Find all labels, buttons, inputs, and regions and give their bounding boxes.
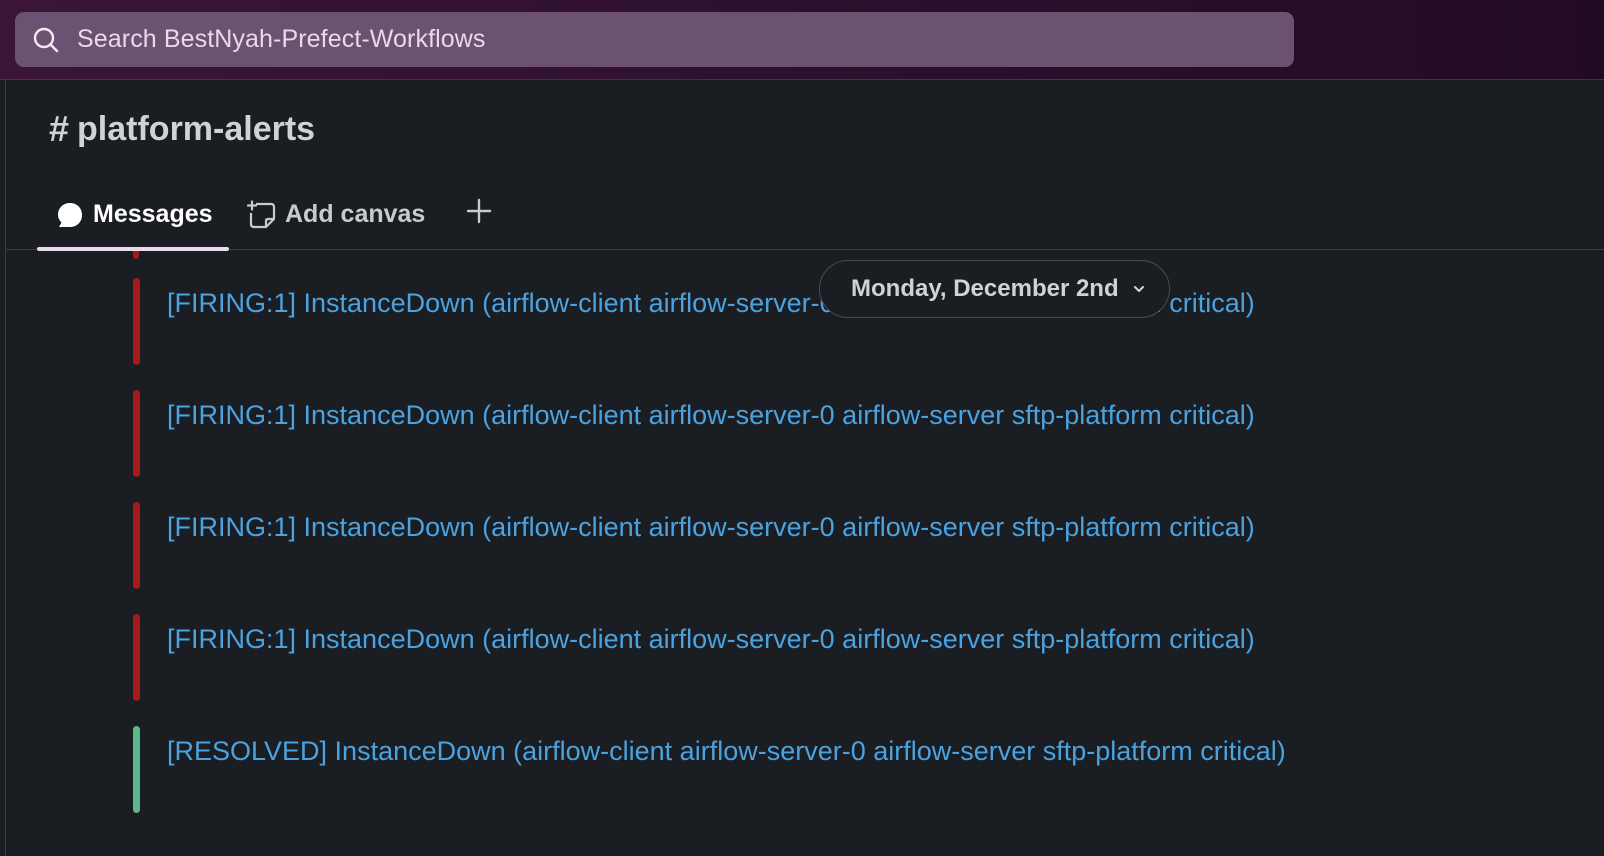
date-divider-button[interactable]: Monday, December 2nd bbox=[819, 260, 1170, 318]
tab-messages[interactable]: Messages bbox=[37, 180, 229, 251]
add-tab-button[interactable] bbox=[463, 180, 495, 249]
channel-name: platform-alerts bbox=[77, 109, 316, 148]
attachment-color-bar bbox=[133, 726, 140, 813]
date-divider-label: Monday, December 2nd bbox=[851, 275, 1119, 302]
attachment-color-bar bbox=[133, 390, 140, 477]
message-bubble-icon bbox=[55, 200, 85, 230]
alert-link[interactable]: [FIRING:1] InstanceDown (airflow-client … bbox=[167, 393, 1327, 437]
chevron-down-icon bbox=[1131, 281, 1147, 297]
search-placeholder: Search BestNyah-Prefect-Workflows bbox=[77, 25, 486, 53]
search-icon bbox=[31, 25, 61, 55]
alert-attachment: [RESOLVED] InstanceDown (airflow-client … bbox=[133, 726, 1333, 813]
alert-attachment: [FIRING:1] InstanceDown (airflow-client … bbox=[133, 614, 1333, 701]
channel-view: # platform-alerts Messages Add canvas [F… bbox=[5, 80, 1604, 856]
channel-hash-icon: # bbox=[49, 108, 70, 149]
attachment-color-bar bbox=[133, 278, 140, 365]
tab-add-canvas[interactable]: Add canvas bbox=[247, 180, 425, 249]
top-bar: Search BestNyah-Prefect-Workflows bbox=[0, 0, 1604, 80]
search-bar[interactable]: Search BestNyah-Prefect-Workflows bbox=[15, 12, 1294, 67]
tab-add-canvas-label: Add canvas bbox=[285, 200, 426, 228]
alert-attachment: [FIRING:1] InstanceDown (airflow-client … bbox=[133, 502, 1333, 589]
attachment-color-bar bbox=[133, 614, 140, 701]
plus-icon bbox=[465, 197, 493, 232]
tab-messages-label: Messages bbox=[93, 200, 213, 228]
alert-attachment: [FIRING:1] InstanceDown (airflow-client … bbox=[133, 390, 1333, 477]
attachment-color-bar bbox=[133, 502, 140, 589]
alert-link[interactable]: [RESOLVED] InstanceDown (airflow-client … bbox=[167, 729, 1327, 773]
alert-link[interactable]: [FIRING:1] InstanceDown (airflow-client … bbox=[167, 617, 1327, 661]
channel-tabs: Messages Add canvas bbox=[6, 180, 1604, 251]
channel-title[interactable]: # platform-alerts bbox=[49, 108, 315, 150]
message-list[interactable]: [FIRING:1] InstanceDown (airflow-client … bbox=[6, 251, 1604, 856]
canvas-add-icon bbox=[247, 199, 277, 230]
attachment-color-bar bbox=[133, 251, 139, 259]
alert-link[interactable]: [FIRING:1] InstanceDown (airflow-client … bbox=[167, 505, 1327, 549]
